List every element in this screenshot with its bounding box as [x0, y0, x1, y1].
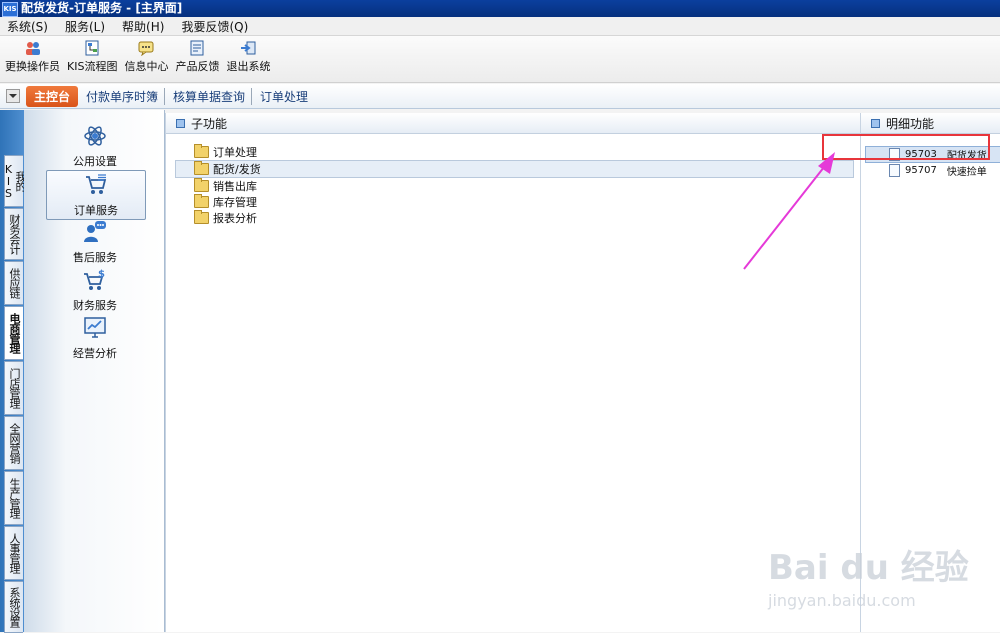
panel-square-icon: [176, 118, 185, 128]
side-tab-my-kis[interactable]: 我的KIS: [2, 155, 27, 207]
kis-logo-icon: KIS: [2, 2, 18, 17]
feedback-icon: [190, 40, 204, 56]
annotation-arrow-icon: [743, 152, 835, 270]
tab-accounting-query[interactable]: 核算单据查询: [173, 87, 253, 105]
side-tab-marketing[interactable]: 全网营销: [4, 416, 23, 470]
cart-list-icon: [86, 174, 107, 194]
menu-feedback[interactable]: 我要反馈(Q): [181, 18, 248, 35]
toolbar: 更换操作员 KIS流程图 信息中心 产品反馈 退出系统: [0, 36, 1000, 83]
side-tab-hr[interactable]: 人事管理: [4, 526, 23, 580]
nav-after-sales[interactable]: 售后服务: [46, 218, 144, 266]
chart-monitor-icon: [84, 317, 106, 338]
product-feedback-button[interactable]: 产品反馈: [175, 36, 219, 82]
nav-business-analysis[interactable]: 经营分析: [46, 314, 144, 362]
side-tab-production[interactable]: 生产管理: [4, 471, 23, 525]
svg-text:$: $: [98, 269, 105, 280]
side-tab-supply-chain[interactable]: 供应链: [4, 261, 23, 305]
baidu-watermark: Bai du 经验 jingyan.baidu.com: [768, 548, 969, 610]
folder-icon: [194, 178, 209, 192]
menu-bar: 系统(S) 服务(L) 帮助(H) 我要反馈(Q): [0, 17, 1000, 36]
kis-flowchart-button[interactable]: KIS流程图: [67, 36, 117, 82]
highlight-box: [822, 134, 990, 160]
detail-function-title: 明细功能: [886, 116, 935, 131]
message-icon: [138, 41, 154, 56]
exit-icon: [241, 41, 256, 55]
title-bar: KIS 配货发货-订单服务 - [主界面]: [0, 0, 1000, 17]
side-tab-settings[interactable]: 系统设置: [4, 581, 23, 633]
side-tab-finance[interactable]: 财务会计: [4, 208, 23, 260]
folder-icon: [194, 194, 209, 208]
folder-open-icon: [194, 161, 209, 175]
folder-icon: [194, 210, 209, 224]
side-tab-store[interactable]: 门店管理: [4, 361, 23, 415]
tab-payment-journal[interactable]: 付款单序时簿: [86, 87, 166, 105]
document-icon: [889, 164, 900, 177]
gear-atom-icon: [84, 126, 106, 146]
sub-function-header: 子功能: [166, 113, 860, 134]
switch-operator-button[interactable]: 更换操作员: [5, 36, 60, 82]
nav-order-service[interactable]: 订单服务: [46, 170, 146, 220]
exit-system-button[interactable]: 退出系统: [226, 36, 270, 82]
sub-function-title: 子功能: [191, 116, 228, 131]
menu-system[interactable]: 系统(S): [7, 18, 48, 35]
tab-strip: 主控台 付款单序时簿 核算单据查询 订单处理: [0, 84, 1000, 109]
menu-service[interactable]: 服务(L): [65, 18, 105, 35]
tab-order-processing[interactable]: 订单处理: [260, 88, 314, 105]
flowchart-icon: [85, 40, 99, 56]
user-chat-icon: [84, 221, 106, 242]
tab-dropdown-chevron-down-icon[interactable]: [6, 89, 20, 103]
tab-main-console[interactable]: 主控台: [26, 85, 79, 107]
menu-help[interactable]: 帮助(H): [122, 18, 164, 35]
detail-item-quick-pick[interactable]: 95707 快速捡单: [861, 163, 1000, 178]
nav-finance-service[interactable]: $ 财务服务: [46, 266, 144, 314]
cart-dollar-icon: $: [84, 269, 105, 290]
users-icon: [25, 42, 40, 55]
window-title: 配货发货-订单服务 - [主界面]: [21, 1, 183, 15]
panel-square-icon: [871, 118, 880, 128]
detail-function-header: 明细功能: [861, 113, 1000, 134]
nav-common-settings[interactable]: 公用设置: [46, 122, 144, 170]
nav-panel: 公用设置 订单服务 售后服务 $ 财务服务 经营分析: [24, 110, 165, 632]
folder-icon: [194, 144, 209, 158]
module-side-bar: 我的KIS 财务会计 供应链 电商管理 门店管理 全网营销 生产管理 人事管理 …: [0, 110, 27, 633]
side-tab-ecommerce[interactable]: 电商管理: [4, 306, 23, 360]
info-center-button[interactable]: 信息中心: [124, 36, 168, 82]
